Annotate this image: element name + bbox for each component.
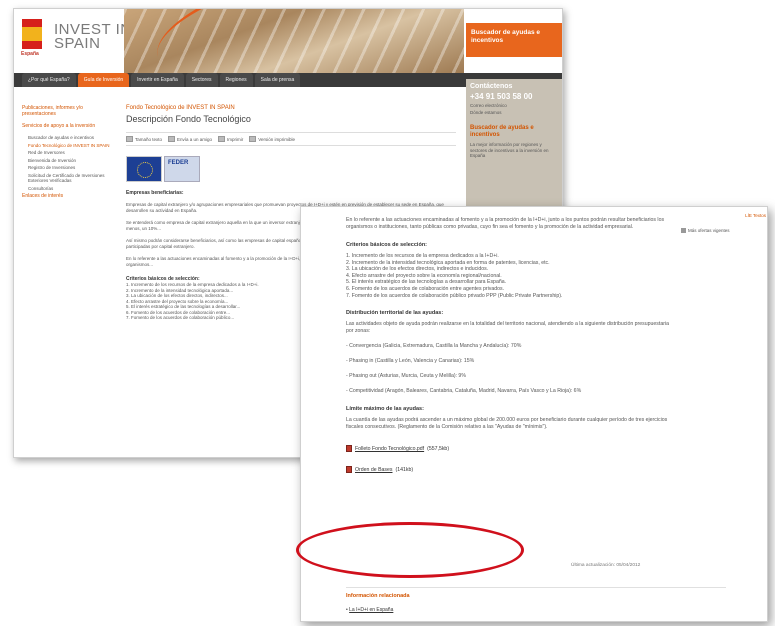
promo-banner[interactable]: Buscador de ayudas e incentivos: [466, 23, 562, 57]
sidebar-link-servicios[interactable]: Servicios de apoyo a la inversión: [22, 123, 112, 129]
sidebar-link-publicaciones[interactable]: Publicaciones, informes y/o presentacion…: [22, 105, 112, 117]
sidebar-sub-registro[interactable]: Registro de Inversiones: [28, 165, 112, 171]
criteria-item: 3. La ubicación de los efectos directos,…: [346, 266, 489, 273]
intro-paragraph: En lo referente a las actuaciones encami…: [346, 217, 665, 230]
nav-tab-invertir[interactable]: Invertir en España: [131, 73, 184, 87]
criteria-item: 1. Incremento de los recursos de la empr…: [346, 253, 499, 259]
highlight-ellipse: [296, 522, 524, 578]
criteria-item: 6. Fomento de los acuerdos de colaboraci…: [346, 285, 505, 292]
contact-title: Contáctenos: [470, 83, 513, 90]
printable-version-button[interactable]: Versión imprimible: [249, 136, 295, 142]
invest-in-spain-logo[interactable]: INVEST IN SPAIN: [54, 22, 132, 51]
contact-phone: +34 91 503 58 00: [470, 92, 533, 101]
print-button[interactable]: Imprimir: [218, 136, 243, 142]
section-divider: [346, 587, 726, 588]
section-heading: Empresas beneficiarias:: [126, 190, 184, 196]
sidebar-sub-buscador[interactable]: Buscador de ayudas e incentivos: [28, 135, 112, 141]
list-icon: [681, 228, 686, 233]
nav-tab-por-que-espana[interactable]: ¿Por qué España?: [22, 73, 76, 87]
distribution-heading: Distribución territorial de las ayudas:: [346, 310, 444, 317]
spain-flag-logo: [22, 19, 42, 49]
zone-item: - Phasing out (Asturias, Murcia, Ceuta y…: [346, 373, 466, 380]
criteria-heading: Criterios básicos de selección:: [346, 242, 428, 248]
sidebar-sub-fondo[interactable]: Fondo Tecnológico de INVEST IN SPAIN: [28, 143, 112, 149]
nav-tab-regiones[interactable]: Regiones: [219, 73, 253, 87]
left-sidebar: Publicaciones, informes y/o presentacion…: [22, 105, 112, 205]
zone-item: - Phasing in (Castilla y León, Valencia …: [346, 358, 475, 365]
zone-item: - Competitividad (Aragón, Baleares, Cant…: [346, 388, 582, 395]
related-link[interactable]: • La I+D+i en España: [346, 607, 393, 613]
buscador-text: La mejor información por regiones y sect…: [470, 142, 549, 158]
contact-location-link[interactable]: Dónde estamos: [470, 110, 560, 115]
criteria-item: 5. El interés estratégico de las tecnolo…: [346, 279, 507, 286]
eu-flag-icon: [126, 156, 162, 182]
pdf-icon: [346, 445, 352, 453]
sidebar-sub-bienvenida[interactable]: Bienvenida de Inversión: [28, 158, 112, 164]
text-size-button[interactable]: Tamaño texto: [126, 136, 162, 142]
breadcrumb[interactable]: Fondo Tecnológico de INVEST IN SPAIN: [126, 105, 456, 111]
mail-icon: [168, 136, 176, 142]
text-size-link[interactable]: LÍE Textos: [681, 213, 766, 218]
nav-tab-guia-inversion[interactable]: Guía de Inversión: [77, 73, 130, 87]
printer-icon: [249, 136, 257, 142]
site-header: España INVEST IN SPAIN Buscador de ayuda…: [14, 9, 562, 112]
front-right-column: LÍE Textos Más ofertas vigentes: [681, 213, 766, 233]
page-title: Descripción Fondo Tecnológico: [126, 114, 251, 124]
print-icon: [218, 136, 226, 142]
limit-text: La cuantía de las ayudas podrá ascender …: [346, 417, 668, 431]
front-main-content: En lo referente a las actuaciones encami…: [346, 217, 676, 474]
nav-tab-sala-prensa[interactable]: Sala de prensa: [254, 73, 301, 87]
related-info-heading: Información relacionada: [346, 593, 410, 599]
criteria-item: 7. Fomento de los acuerdos de colaboraci…: [346, 292, 563, 299]
page-toolbar: Tamaño texto Envía a un amigo Imprimir V…: [126, 132, 456, 146]
sidebar-sub-certificado[interactable]: Solicitud de Certificado de Inversiones …: [28, 173, 112, 184]
more-offers-link[interactable]: Más ofertas vigentes: [681, 228, 766, 233]
sidebar-link-enlaces[interactable]: Enlaces de interés: [22, 193, 112, 199]
download-orden-bases-link[interactable]: Orden de Bases (141kb): [346, 466, 676, 474]
flag-caption: España: [21, 51, 39, 57]
contact-email-link[interactable]: Correo electrónico: [470, 103, 560, 108]
nav-tab-sectores[interactable]: Sectores: [185, 73, 218, 87]
feder-logo: FEDER: [126, 156, 456, 182]
sidebar-sub-red[interactable]: Red de Inversores: [28, 150, 112, 156]
sidebar-sub-consultorias[interactable]: Consultorías: [28, 186, 112, 192]
send-friend-button[interactable]: Envía a un amigo: [168, 136, 212, 142]
text-size-icon: [126, 136, 133, 142]
pdf-icon: [346, 466, 352, 474]
criteria-item: 4. Efecto arrastre del proyecto sobre la…: [346, 272, 502, 279]
feder-label: FEDER: [164, 156, 200, 182]
zone-item: - Convergencia (Galicia, Extremadura, Ca…: [346, 343, 522, 350]
last-updated: Última actualización: 05/04/2012: [571, 563, 641, 568]
distribution-text: Las actividades objeto de ayuda podrán r…: [346, 321, 669, 335]
buscador-title[interactable]: Buscador de ayudas e incentivos: [470, 125, 560, 139]
limit-heading: Límite máximo de las ayudas:: [346, 406, 424, 413]
download-folleto-link[interactable]: Folleto Fondo Tecnológico.pdf (557,5kb): [346, 445, 676, 453]
criteria-item: 2. Incremento de la intensidad tecnológi…: [346, 259, 550, 266]
